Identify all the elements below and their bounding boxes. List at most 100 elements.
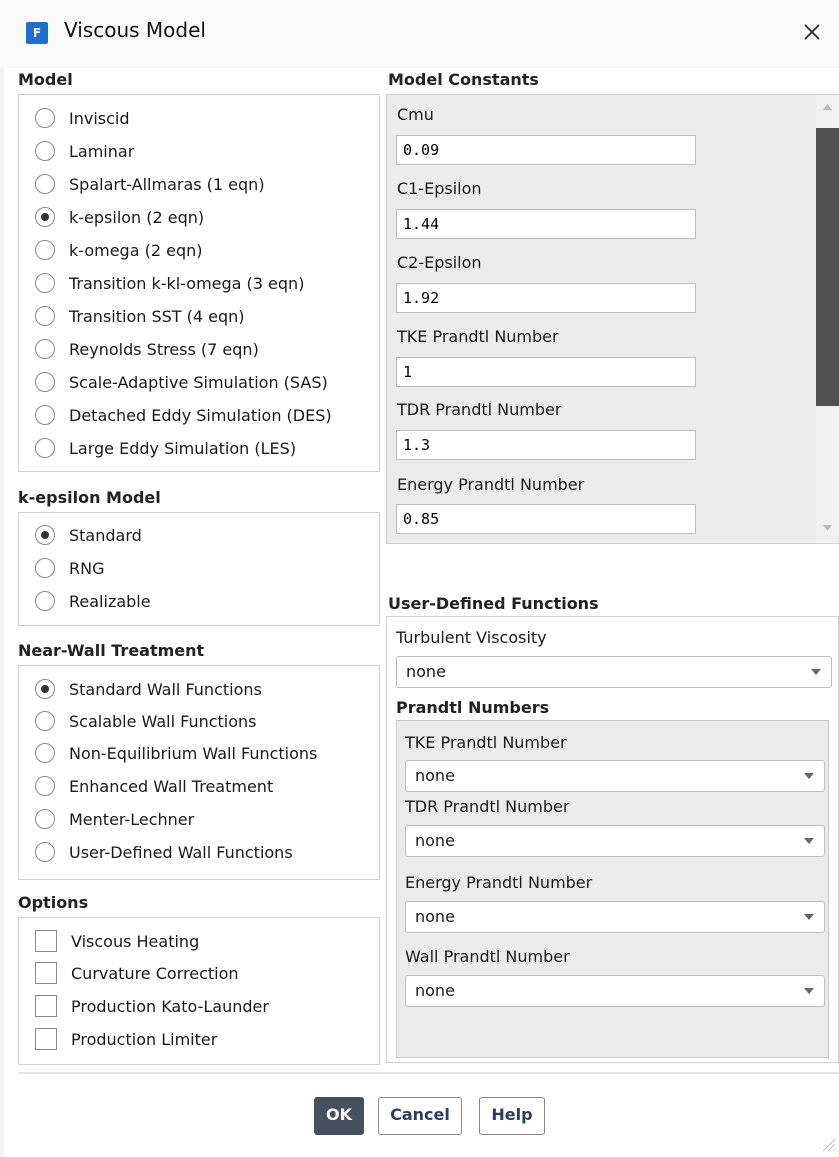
scroll-down-arrow-icon[interactable] xyxy=(816,518,839,538)
chevron-down-icon xyxy=(811,669,821,675)
help-button[interactable]: Help xyxy=(479,1097,545,1135)
radio-button[interactable] xyxy=(35,591,55,611)
radio-button[interactable] xyxy=(35,438,55,458)
radio-button[interactable] xyxy=(35,743,55,763)
k-epsilon-option-realizable[interactable]: Realizable xyxy=(35,588,151,614)
model-constants-title: Model Constants xyxy=(388,70,539,89)
c2-epsilon-input[interactable] xyxy=(396,283,696,313)
chevron-down-icon xyxy=(804,914,814,920)
option-label: Detached Eddy Simulation (DES) xyxy=(69,405,332,425)
options-section-title: Options xyxy=(18,893,89,912)
tke-prandtl-input[interactable] xyxy=(396,357,696,387)
model-option-les[interactable]: Large Eddy Simulation (LES) xyxy=(35,435,296,461)
app-icon-letter: F xyxy=(32,26,42,40)
option-label: Scale-Adaptive Simulation (SAS) xyxy=(69,372,328,392)
option-curvature-correction[interactable]: Curvature Correction xyxy=(35,960,239,986)
title-bar: F Viscous Model xyxy=(0,0,839,68)
option-label: Reynolds Stress (7 eqn) xyxy=(69,339,259,359)
constants-scrollbar-thumb[interactable] xyxy=(816,128,839,406)
radio-button[interactable] xyxy=(35,108,55,128)
energy-prandtl-input[interactable] xyxy=(396,504,696,534)
option-production-kato-launder[interactable]: Production Kato-Launder xyxy=(35,993,269,1019)
option-label: Production Limiter xyxy=(71,1029,218,1049)
option-viscous-heating[interactable]: Viscous Heating xyxy=(35,928,199,954)
model-constants-panel: Cmu C1-Epsilon C2-Epsilon TKE Prandtl Nu… xyxy=(386,94,839,544)
radio-button[interactable] xyxy=(35,273,55,293)
model-option-reynolds-stress[interactable]: Reynolds Stress (7 eqn) xyxy=(35,336,259,362)
radio-button[interactable] xyxy=(35,558,55,578)
cmu-input[interactable] xyxy=(396,135,696,165)
dropdown-value: none xyxy=(406,662,446,681)
option-label: Non-Equilibrium Wall Functions xyxy=(69,743,318,763)
radio-button[interactable] xyxy=(35,306,55,326)
model-option-spalart-allmaras[interactable]: Spalart-Allmaras (1 eqn) xyxy=(35,171,265,197)
energy-prandtl-dropdown[interactable]: none xyxy=(405,901,825,933)
model-option-laminar[interactable]: Laminar xyxy=(35,138,134,164)
radio-button[interactable] xyxy=(35,405,55,425)
near-wall-option-non-equilibrium[interactable]: Non-Equilibrium Wall Functions xyxy=(35,740,317,766)
radio-button-selected[interactable] xyxy=(35,525,55,545)
window-title: Viscous Model xyxy=(64,18,206,42)
constant-label-tdr-prandtl: TDR Prandtl Number xyxy=(397,400,562,419)
radio-button[interactable] xyxy=(35,711,55,731)
model-option-transition-sst[interactable]: Transition SST (4 eqn) xyxy=(35,303,245,329)
model-option-des[interactable]: Detached Eddy Simulation (DES) xyxy=(35,402,332,428)
close-button[interactable] xyxy=(796,16,828,48)
chevron-down-icon xyxy=(804,773,814,779)
scroll-up-arrow-icon[interactable] xyxy=(816,97,839,117)
radio-button[interactable] xyxy=(35,809,55,829)
checkbox[interactable] xyxy=(35,995,57,1017)
prandtl-label-tke: TKE Prandtl Number xyxy=(405,733,567,752)
cancel-button[interactable]: Cancel xyxy=(378,1097,462,1135)
wall-prandtl-dropdown[interactable]: none xyxy=(405,975,825,1007)
tdr-prandtl-dropdown[interactable]: none xyxy=(405,825,825,857)
near-wall-group: Standard Wall Functions Scalable Wall Fu… xyxy=(18,665,380,880)
near-wall-option-enhanced[interactable]: Enhanced Wall Treatment xyxy=(35,773,273,799)
ok-button[interactable]: OK xyxy=(314,1097,364,1135)
model-option-k-epsilon[interactable]: k-epsilon (2 eqn) xyxy=(35,204,204,230)
option-label: Standard xyxy=(69,525,142,545)
prandtl-label-wall: Wall Prandtl Number xyxy=(405,947,570,966)
radio-button[interactable] xyxy=(35,842,55,862)
chevron-down-icon xyxy=(804,838,814,844)
option-label: Menter-Lechner xyxy=(69,809,195,829)
checkbox[interactable] xyxy=(35,962,57,984)
checkbox[interactable] xyxy=(35,1028,57,1050)
option-label: Laminar xyxy=(69,141,135,161)
model-group: Inviscid Laminar Spalart-Allmaras (1 eqn… xyxy=(18,94,380,472)
option-label: Inviscid xyxy=(69,108,130,128)
model-option-transition-k-kl-omega[interactable]: Transition k-kl-omega (3 eqn) xyxy=(35,270,304,296)
radio-button[interactable] xyxy=(35,776,55,796)
near-wall-option-standard[interactable]: Standard Wall Functions xyxy=(35,676,262,702)
radio-button[interactable] xyxy=(35,372,55,392)
tke-prandtl-dropdown[interactable]: none xyxy=(405,760,825,792)
turbulent-viscosity-label: Turbulent Viscosity xyxy=(396,628,547,647)
fluent-app-icon: F xyxy=(26,22,48,44)
option-production-limiter[interactable]: Production Limiter xyxy=(35,1026,217,1052)
near-wall-option-menter-lechner[interactable]: Menter-Lechner xyxy=(35,806,194,832)
udf-section-title: User-Defined Functions xyxy=(388,594,599,613)
tdr-prandtl-input[interactable] xyxy=(396,430,696,460)
radio-button[interactable] xyxy=(35,240,55,260)
resize-grip-icon[interactable] xyxy=(818,1134,836,1152)
near-wall-option-scalable[interactable]: Scalable Wall Functions xyxy=(35,708,257,734)
radio-button[interactable] xyxy=(35,174,55,194)
near-wall-option-user-defined[interactable]: User-Defined Wall Functions xyxy=(35,839,293,865)
radio-button[interactable] xyxy=(35,339,55,359)
footer-separator xyxy=(18,1072,839,1074)
radio-button-selected[interactable] xyxy=(35,679,55,699)
option-label: Transition k-kl-omega (3 eqn) xyxy=(69,273,305,293)
turbulent-viscosity-dropdown[interactable]: none xyxy=(396,656,832,688)
radio-button-selected[interactable] xyxy=(35,207,55,227)
window-edge xyxy=(0,0,4,1157)
model-option-inviscid[interactable]: Inviscid xyxy=(35,105,130,131)
model-option-k-omega[interactable]: k-omega (2 eqn) xyxy=(35,237,203,263)
radio-button[interactable] xyxy=(35,141,55,161)
checkbox[interactable] xyxy=(35,930,57,952)
model-section-title: Model xyxy=(18,70,73,89)
model-option-sas[interactable]: Scale-Adaptive Simulation (SAS) xyxy=(35,369,328,395)
option-label: k-omega (2 eqn) xyxy=(69,240,203,260)
c1-epsilon-input[interactable] xyxy=(396,209,696,239)
k-epsilon-option-rng[interactable]: RNG xyxy=(35,555,104,581)
k-epsilon-option-standard[interactable]: Standard xyxy=(35,522,142,548)
